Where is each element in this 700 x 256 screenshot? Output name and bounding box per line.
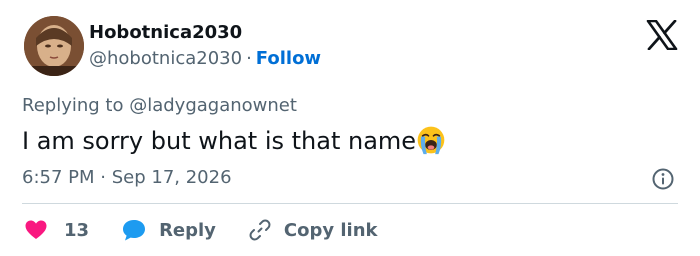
avatar[interactable]	[24, 16, 84, 76]
tweet-embed-card: Hobotnica2030 @hobotnica2030 · Follow Repl…	[0, 0, 700, 256]
timestamp-separator: ·	[100, 167, 106, 188]
reply-button[interactable]: Reply	[121, 218, 216, 242]
heart-icon	[25, 220, 47, 239]
divider	[22, 203, 678, 204]
user-handle[interactable]: @hobotnica2030	[89, 48, 242, 69]
reply-label: Reply	[159, 219, 216, 241]
handle-row: @hobotnica2030 · Follow	[89, 48, 321, 70]
follow-button[interactable]: Follow	[256, 48, 321, 69]
speech-bubble-icon	[123, 220, 146, 241]
copy-link-label: Copy link	[283, 219, 378, 241]
timestamp[interactable]: 6:57 PM · Sep 17, 2026	[22, 167, 232, 189]
loudly-crying-face-icon	[417, 126, 445, 155]
info-icon[interactable]	[651, 167, 675, 191]
tweet-time: 6:57 PM	[22, 167, 95, 188]
display-name[interactable]: Hobotnica2030	[89, 22, 242, 44]
action-bar: 13 Reply Copy link	[22, 216, 378, 244]
tweet-text: I am sorry but what is that name	[22, 125, 446, 156]
x-logo-icon[interactable]	[646, 20, 678, 50]
tweet-date: Sep 17, 2026	[111, 167, 232, 188]
copy-link-button[interactable]: Copy link	[248, 218, 378, 242]
tweet-body: I am sorry but what is that name	[22, 127, 417, 155]
link-icon	[249, 219, 271, 241]
like-button[interactable]: 13	[22, 218, 89, 242]
replying-mention[interactable]: @ladygaganownet	[129, 95, 297, 116]
replying-to: Replying to @ladygaganownet	[22, 95, 297, 117]
avatar-portrait-icon	[24, 16, 84, 76]
separator-dot: ·	[246, 48, 252, 69]
replying-prefix: Replying to	[22, 95, 124, 116]
like-count: 13	[64, 219, 90, 241]
